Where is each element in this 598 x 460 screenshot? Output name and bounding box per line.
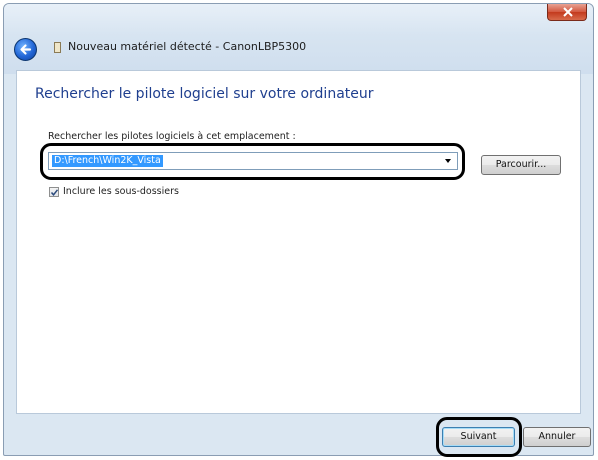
close-button[interactable] — [547, 4, 587, 21]
search-location-combobox[interactable]: D:\French\Win2K_Vista — [48, 152, 458, 170]
search-location-value[interactable]: D:\French\Win2K_Vista — [52, 155, 163, 167]
browse-button[interactable]: Parcourir... — [481, 155, 561, 175]
search-location-label: Rechercher les pilotes logiciels à cet e… — [48, 131, 296, 142]
page-heading: Rechercher le pilote logiciel sur votre … — [35, 86, 374, 102]
arrow-left-icon — [20, 44, 32, 55]
close-icon — [563, 7, 573, 17]
device-icon — [54, 42, 61, 53]
cancel-button[interactable]: Annuler — [523, 427, 591, 447]
wizard-window: Nouveau matériel détecté - CanonLBP5300 — [3, 3, 594, 456]
next-button[interactable]: Suivant — [442, 427, 515, 447]
content-panel — [16, 70, 581, 414]
title-bar — [4, 4, 593, 74]
checkmark-icon — [50, 189, 59, 196]
chevron-down-icon[interactable] — [445, 159, 451, 163]
window-title: Nouveau matériel détecté - CanonLBP5300 — [68, 40, 307, 53]
include-subfolders-checkbox[interactable] — [49, 187, 59, 197]
include-subfolders-label[interactable]: Inclure les sous-dossiers — [63, 186, 179, 197]
back-button[interactable] — [14, 38, 37, 61]
